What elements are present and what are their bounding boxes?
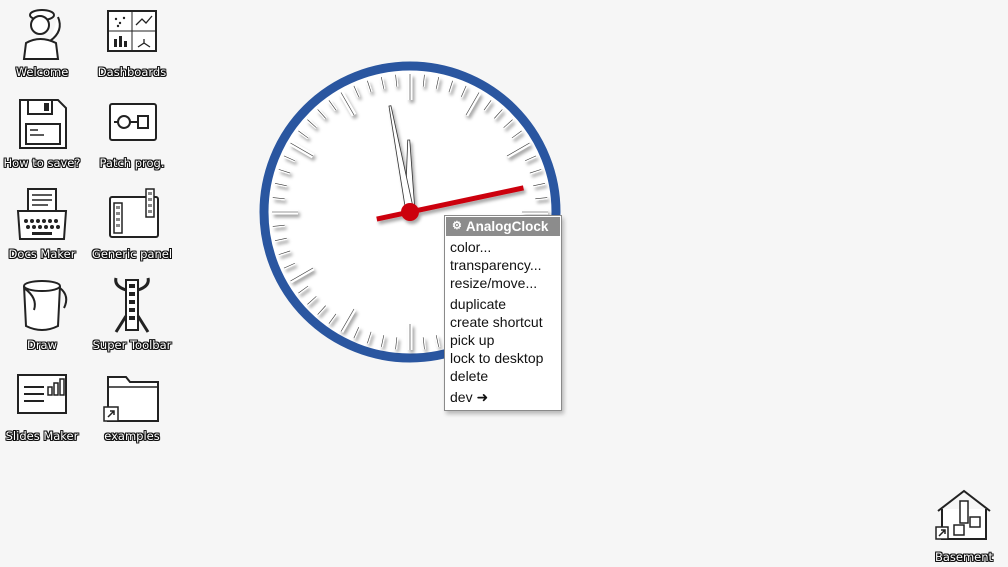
welcome-person-icon	[22, 9, 61, 60]
context-menu: ⚙ AnalogClock color... transparency... r…	[444, 215, 562, 411]
desktop-icon-label: Generic panel	[91, 247, 173, 261]
menu-item-transparency[interactable]: transparency...	[445, 256, 561, 274]
dashboards-icon	[107, 10, 157, 52]
menu-item-duplicate[interactable]: duplicate	[445, 295, 561, 313]
desktop-icon-basement[interactable]: Basement	[928, 487, 1000, 566]
desktop-icon-label: examples	[104, 429, 160, 443]
menu-item-color[interactable]: color...	[445, 238, 561, 256]
desktop-icon-label: Basement	[934, 550, 994, 564]
menu-item-lock-to-desktop[interactable]: lock to desktop	[445, 349, 561, 367]
gear-icon: ⚙	[452, 220, 462, 232]
desktop-icon-examples[interactable]: examples	[87, 367, 177, 445]
folder-shortcut-icon	[103, 376, 159, 422]
toolbar-robot-icon	[114, 277, 150, 333]
desktop-icon-label: Slides Maker	[5, 429, 79, 443]
panel-icon	[109, 188, 159, 238]
desktop-icon-generic-panel[interactable]: Generic panel	[87, 185, 177, 263]
desktop-icon-dashboards[interactable]: Dashboards	[87, 3, 177, 81]
menu-item-pick-up[interactable]: pick up	[445, 331, 561, 349]
menu-item-resize-move[interactable]: resize/move...	[445, 274, 561, 292]
menu-item-create-shortcut[interactable]: create shortcut	[445, 313, 561, 331]
desktop-icon-how-to-save[interactable]: How to save?	[0, 94, 87, 172]
house-icon	[935, 489, 991, 540]
menu-item-delete[interactable]: delete	[445, 367, 561, 385]
desktop-icon-super-toolbar[interactable]: Super Toolbar	[87, 276, 177, 354]
desktop-icon-label: Patch prog.	[99, 156, 165, 170]
desktop-icon-patch-prog[interactable]: Patch prog.	[87, 94, 177, 172]
patch-icon	[109, 103, 157, 141]
desktop-icon-label: Dashboards	[97, 65, 167, 79]
desktop-icon-label: Welcome	[15, 65, 69, 79]
desktop-icon-docs-maker[interactable]: Docs Maker	[0, 185, 87, 263]
desktop-icon-slides-maker[interactable]: Slides Maker	[0, 367, 87, 445]
clock-center-hub	[401, 203, 419, 221]
typewriter-icon	[16, 188, 68, 240]
context-menu-title: ⚙ AnalogClock	[446, 217, 560, 236]
desktop-icon-label: Draw	[26, 338, 58, 352]
menu-item-dev[interactable]: dev ➜	[445, 388, 561, 406]
desktop-icon-label: Docs Maker	[8, 247, 76, 261]
desktop-icon-welcome[interactable]: Welcome	[0, 3, 87, 81]
desktop-icon-label: How to save?	[3, 156, 81, 170]
floppy-disk-icon	[19, 99, 67, 149]
desktop-icon-label: Super Toolbar	[92, 338, 172, 352]
desktop-icon-draw[interactable]: Draw	[0, 276, 87, 354]
context-menu-title-label: AnalogClock	[465, 219, 549, 234]
slides-icon	[17, 374, 67, 414]
paint-bucket-icon	[23, 280, 68, 331]
